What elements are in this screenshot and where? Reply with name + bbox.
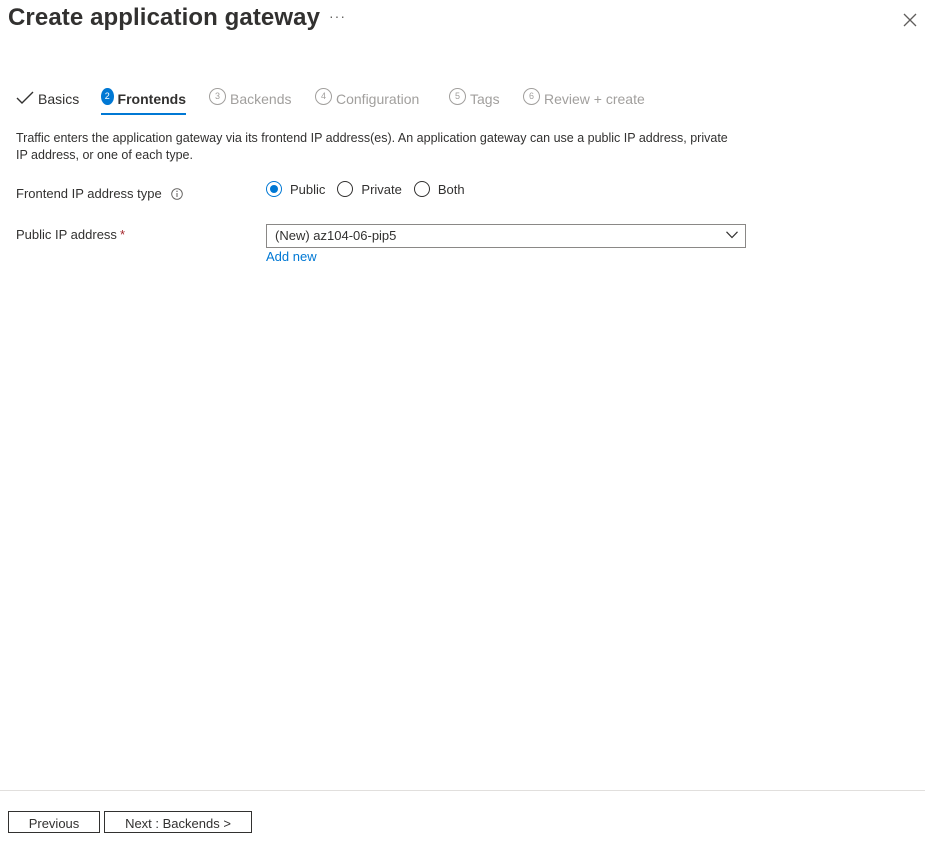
step-number-icon: 2 bbox=[101, 88, 114, 105]
info-icon[interactable] bbox=[170, 187, 183, 200]
tab-label: Backends bbox=[230, 91, 292, 107]
step-number-icon: 5 bbox=[449, 88, 466, 105]
radio-circle bbox=[337, 181, 354, 197]
radio-public[interactable]: Public bbox=[266, 181, 325, 197]
radio-both[interactable]: Both bbox=[413, 181, 465, 197]
step-number-icon: 3 bbox=[209, 88, 226, 105]
tab-basics[interactable]: Basics bbox=[16, 86, 79, 116]
required-marker: * bbox=[119, 227, 125, 242]
tab-label: Review + create bbox=[544, 91, 645, 107]
field-label: Frontend IP address type bbox=[16, 186, 162, 201]
footer-divider bbox=[0, 790, 925, 791]
public-ip-dropdown[interactable]: (New) az104-06-pip5 bbox=[266, 224, 746, 248]
previous-button[interactable]: Previous bbox=[8, 811, 100, 833]
radio-label: Public bbox=[290, 181, 326, 197]
public-ip-label: Public IP address * bbox=[16, 227, 125, 242]
page-title: Create application gateway bbox=[8, 4, 321, 31]
more-options-button[interactable]: ··· bbox=[329, 8, 346, 24]
tab-tags[interactable]: 5 Tags bbox=[449, 86, 500, 116]
close-icon[interactable] bbox=[902, 12, 918, 28]
radio-circle bbox=[266, 181, 282, 197]
chevron-down-icon bbox=[726, 231, 738, 239]
add-new-link[interactable]: Add new bbox=[266, 249, 317, 264]
tab-label: Basics bbox=[38, 91, 80, 107]
next-backends-button[interactable]: Next : Backends > bbox=[104, 811, 252, 833]
description-text: Traffic enters the application gateway v… bbox=[16, 131, 728, 162]
tab-configuration[interactable]: 4 Configuration bbox=[315, 86, 419, 116]
radio-label: Both bbox=[437, 181, 465, 197]
tab-backends[interactable]: 3 Backends bbox=[209, 86, 291, 116]
tab-label: Configuration bbox=[336, 91, 420, 107]
frontend-ip-type-label: Frontend IP address type bbox=[16, 186, 183, 201]
dropdown-value: (New) az104-06-pip5 bbox=[275, 228, 397, 243]
create-app-gateway-blade: Create application gateway ··· Basics 2 … bbox=[0, 0, 925, 845]
checkmark-icon bbox=[16, 91, 34, 104]
step-number-icon: 4 bbox=[315, 88, 332, 105]
tab-label: Tags bbox=[470, 91, 500, 107]
field-label: Public IP address bbox=[16, 227, 117, 242]
radio-circle bbox=[413, 181, 430, 197]
frontend-ip-type-radio-group: Public Private Both bbox=[266, 181, 477, 197]
radio-private[interactable]: Private bbox=[337, 181, 402, 197]
radio-label: Private bbox=[361, 181, 402, 197]
step-number-icon: 6 bbox=[523, 88, 540, 105]
tab-label: Frontends bbox=[117, 91, 186, 107]
tab-review-create[interactable]: 6 Review + create bbox=[523, 86, 645, 116]
tab-frontends[interactable]: 2 Frontends bbox=[101, 86, 186, 116]
